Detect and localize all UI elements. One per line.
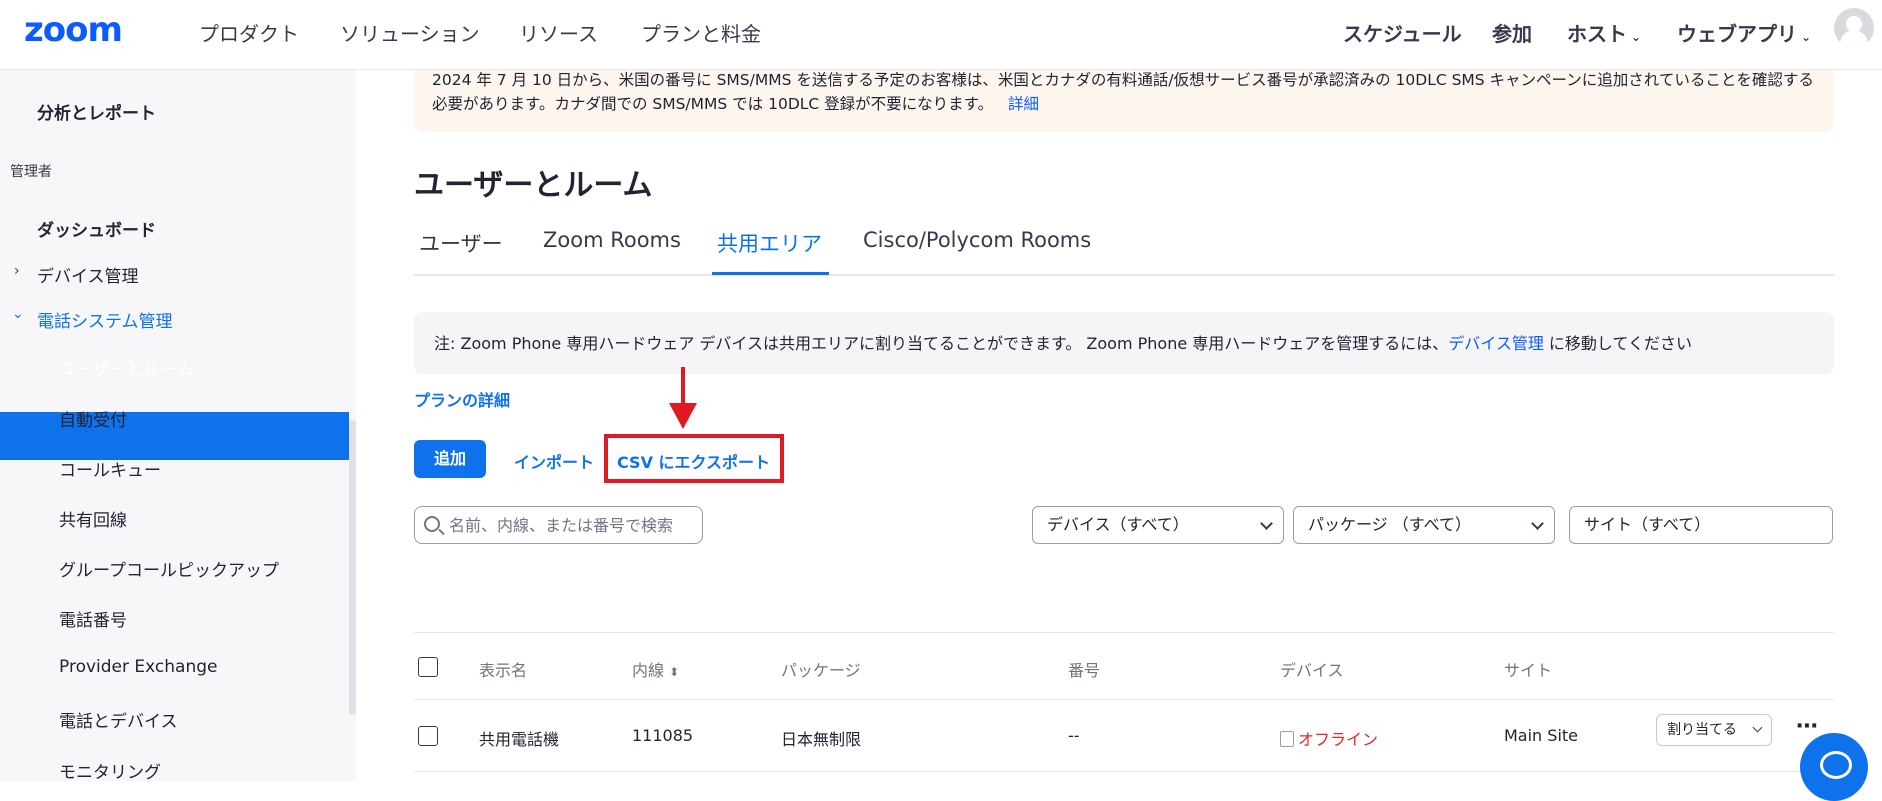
sidebar-item-users-rooms[interactable]: ユーザーとルーム xyxy=(59,355,194,380)
chevron-down-icon: ⌄ xyxy=(12,306,24,322)
tab-zoom-rooms[interactable]: Zoom Rooms xyxy=(543,228,681,252)
sidebar-item-device-management[interactable]: デバイス管理 xyxy=(37,262,139,287)
add-button[interactable]: 追加 xyxy=(414,440,486,478)
site-link[interactable]: Main Site xyxy=(1504,726,1578,745)
row-checkbox[interactable] xyxy=(418,726,438,746)
tab-cisco-polycom-rooms[interactable]: Cisco/Polycom Rooms xyxy=(863,228,1091,252)
chevron-down-icon: ⌄ xyxy=(1801,30,1812,44)
sidebar-item-auto-receptionist[interactable]: 自動受付 xyxy=(59,406,127,431)
device-filter-value: デバイス（すべて） xyxy=(1047,515,1189,534)
export-highlight-box xyxy=(604,434,784,483)
sidebar-item-group-call-pickup[interactable]: グループコールピックアップ xyxy=(59,556,279,581)
device-management-link[interactable]: デバイス管理 xyxy=(1448,334,1544,353)
sidebar-item-call-queue[interactable]: コールキュー xyxy=(59,456,161,481)
note-text: 注: Zoom Phone 専用ハードウェア デバイスは共用エリアに割り当てるこ… xyxy=(434,334,1449,353)
chevron-down-icon xyxy=(1531,517,1544,530)
assign-dropdown[interactable]: 割り当てる xyxy=(1656,714,1772,746)
site-filter-select[interactable]: サイト（すべて） xyxy=(1569,506,1833,544)
extension-cell: 111085 xyxy=(632,726,694,745)
display-name-link[interactable]: 共用電話機 xyxy=(479,726,559,750)
column-header-site: サイト xyxy=(1504,661,1553,680)
sms-notice-banner: 2024 年 7 月 10 日から、米国の番号に SMS/MMS を送信する予定… xyxy=(414,64,1834,132)
chevron-down-icon xyxy=(1752,722,1763,733)
page-title: ユーザーとルーム xyxy=(414,168,653,203)
chevron-down-icon: ⌄ xyxy=(1631,30,1642,44)
banner-text: 2024 年 7 月 10 日から、米国の番号に SMS/MMS を送信する予定… xyxy=(432,71,1814,113)
top-navigation-bar: zoom プロダクト ソリューション リソース プランと料金 スケジュール 参加… xyxy=(0,0,1882,70)
sidebar-item-phone-numbers[interactable]: 電話番号 xyxy=(59,606,127,631)
table-row: 共用電話機 111085 日本無制限 -- オフライン Main Site 割り… xyxy=(414,700,1834,772)
column-header-device: デバイス xyxy=(1280,661,1344,680)
sidebar-item-phone-system[interactable]: 電話システム管理 xyxy=(37,307,173,332)
select-all-checkbox[interactable] xyxy=(418,657,438,677)
sidebar-item-shared-lines[interactable]: 共有回線 xyxy=(59,506,127,531)
annotation-arrow-head xyxy=(669,403,697,429)
avatar[interactable] xyxy=(1834,8,1874,48)
chevron-right-icon: › xyxy=(14,263,20,279)
search-icon xyxy=(424,516,440,532)
site-filter-value: サイト（すべて） xyxy=(1584,515,1711,534)
column-header-number: 番号 xyxy=(1068,661,1101,680)
info-note: 注: Zoom Phone 専用ハードウェア デバイスは共用エリアに割り当てるこ… xyxy=(414,312,1834,374)
sidebar-item-analytics[interactable]: 分析とレポート xyxy=(37,99,156,124)
sidebar-item-provider-exchange[interactable]: Provider Exchange xyxy=(59,657,217,677)
import-button[interactable]: インポート xyxy=(514,449,594,473)
nav-web-app[interactable]: ウェブアプリ ⌄ xyxy=(1677,18,1811,47)
zoom-logo[interactable]: zoom xyxy=(24,10,123,50)
tab-bar: ユーザー Zoom Rooms 共用エリア Cisco/Polycom Room… xyxy=(414,226,1834,276)
tab-users[interactable]: ユーザー xyxy=(419,228,503,258)
plan-details-link[interactable]: プランの詳細 xyxy=(414,387,510,411)
package-filter-select[interactable]: パッケージ （すべて） xyxy=(1293,506,1555,544)
nav-products[interactable]: プロダクト xyxy=(199,18,299,47)
active-tab-underline xyxy=(712,272,829,275)
sidebar-item-dashboard[interactable]: ダッシュボード xyxy=(37,216,156,241)
sidebar-active-indicator xyxy=(0,412,349,460)
sort-icon: ⬍ xyxy=(669,665,680,679)
package-cell: 日本無制限 xyxy=(781,730,862,749)
sidebar: 分析とレポート 管理者 ダッシュボード › デバイス管理 ⌄ 電話システム管理 … xyxy=(0,70,356,783)
sidebar-section-admin: 管理者 xyxy=(10,164,52,180)
device-filter-select[interactable]: デバイス（すべて） xyxy=(1032,506,1284,544)
assign-label: 割り当てる xyxy=(1667,722,1737,738)
more-options-icon[interactable]: ⋯ xyxy=(1796,714,1818,739)
column-header-package: パッケージ xyxy=(781,661,861,680)
nav-pricing[interactable]: プランと料金 xyxy=(641,18,761,47)
device-status-offline: オフライン xyxy=(1298,730,1379,749)
sidebar-item-phones-devices[interactable]: 電話とデバイス xyxy=(59,707,178,732)
tab-common-area[interactable]: 共用エリア xyxy=(717,228,822,258)
note-suffix: に移動してください xyxy=(1543,334,1692,353)
nav-solutions[interactable]: ソリューション xyxy=(340,18,480,47)
table-header: 表示名 内線 ⬍ パッケージ 番号 デバイス サイト xyxy=(414,632,1834,700)
search-box xyxy=(414,506,703,544)
banner-details-link[interactable]: 詳細 xyxy=(1008,95,1039,113)
chevron-down-icon xyxy=(1260,517,1273,530)
nav-schedule[interactable]: スケジュール xyxy=(1343,18,1462,47)
annotation-arrow-shaft xyxy=(681,367,685,405)
device-status-cell[interactable]: オフライン xyxy=(1280,726,1378,750)
device-phone-icon xyxy=(1280,731,1294,747)
column-header-display-name: 表示名 xyxy=(479,661,528,680)
sidebar-item-monitoring[interactable]: モニタリング xyxy=(59,758,161,783)
nav-join[interactable]: 参加 xyxy=(1492,18,1532,47)
package-filter-value: パッケージ （すべて） xyxy=(1308,515,1472,534)
number-cell: -- xyxy=(1068,726,1080,745)
chat-help-icon[interactable] xyxy=(1800,733,1868,801)
search-input[interactable] xyxy=(449,507,699,543)
column-header-extension[interactable]: 内線 ⬍ xyxy=(632,657,679,681)
nav-host[interactable]: ホスト ⌄ xyxy=(1567,18,1641,47)
nav-resources[interactable]: リソース xyxy=(519,18,598,47)
sidebar-scrollbar[interactable] xyxy=(349,420,356,715)
